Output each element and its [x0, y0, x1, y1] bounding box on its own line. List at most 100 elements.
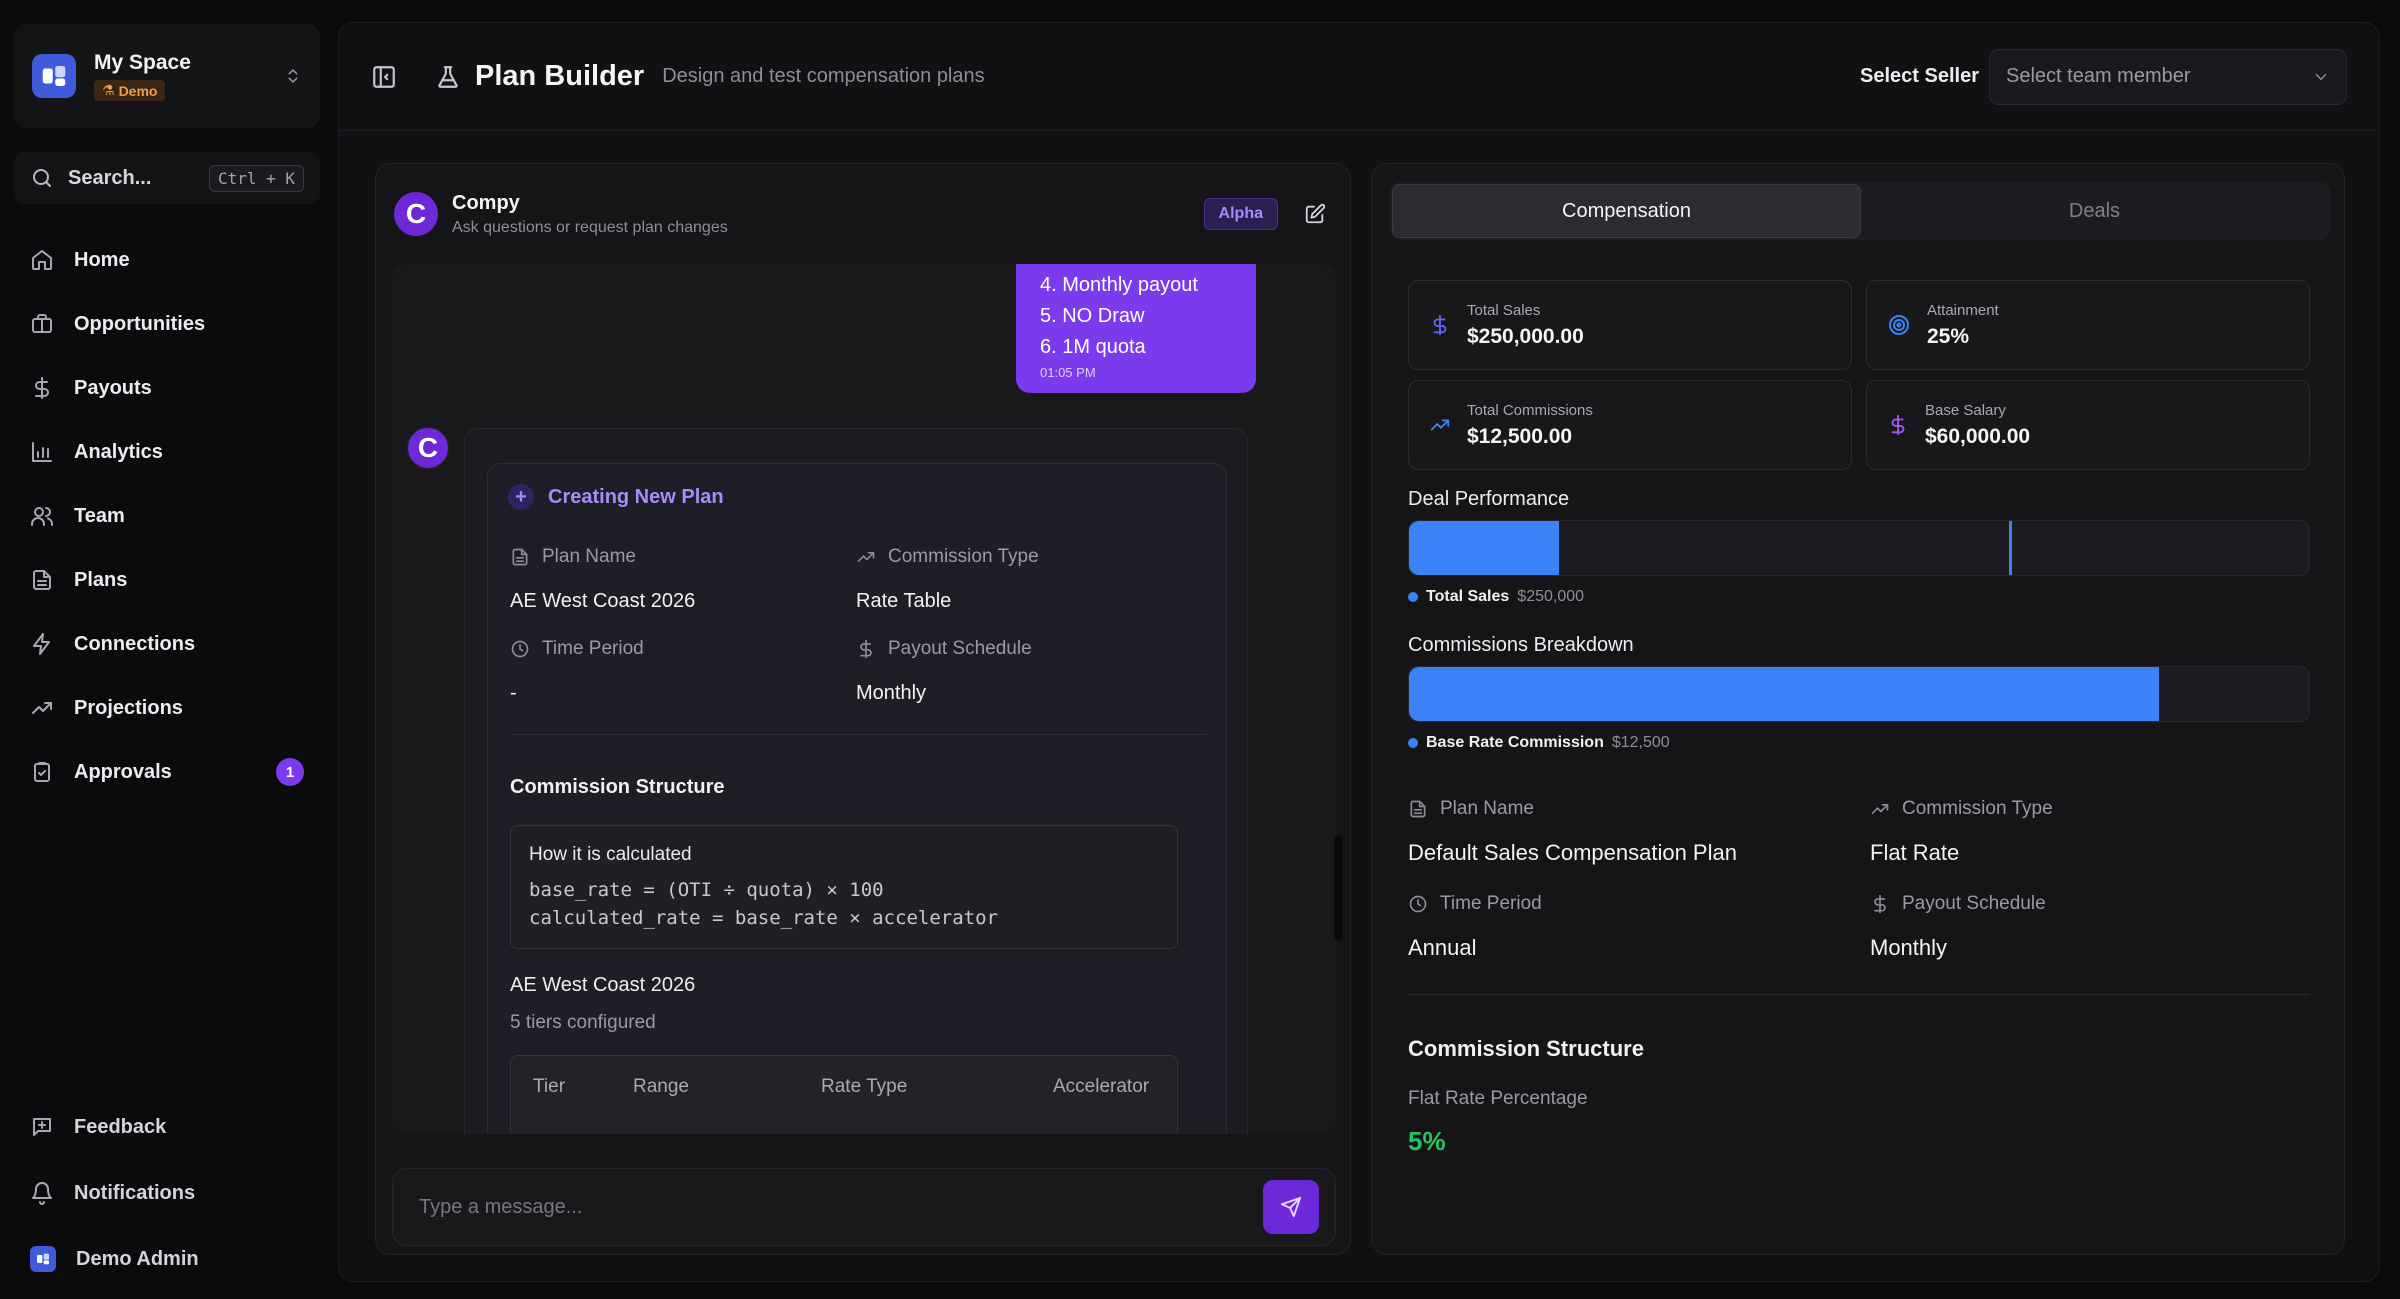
sidebar-bottom-nav: Feedback Notifications Demo Admin — [14, 1098, 320, 1296]
dollar-icon — [1429, 314, 1451, 336]
tiers-count: 5 tiers configured — [510, 1012, 656, 1033]
legend-name: Base Rate Commission — [1426, 734, 1604, 751]
legend-value: $250,000 — [1517, 588, 1585, 605]
tab-deals[interactable]: Deals — [1861, 184, 2328, 238]
trending-up-icon — [1870, 799, 1890, 819]
trending-up-icon — [1429, 414, 1451, 436]
sidebar-item-team[interactable]: Team — [14, 488, 320, 544]
panel-tabs: Compensation Deals — [1390, 182, 2330, 240]
main-content: Plan Builder Design and test compensatio… — [338, 22, 2380, 1282]
message-list[interactable]: 4. Monthly payout 5. NO Draw 6. 1M quota… — [392, 264, 1336, 1134]
stat-card-total-commissions: Total Commissions $12,500.00 — [1408, 380, 1852, 470]
chat-panel: C Compy Ask questions or request plan ch… — [375, 163, 1351, 1255]
deal-performance-title: Deal Performance — [1408, 488, 1570, 510]
formula-line: base_rate = (OTI ÷ quota) × 100 — [529, 879, 884, 901]
plan-name-field: Plan Name Default Sales Compensation Pla… — [1408, 798, 1848, 866]
page-subtitle: Design and test compensation plans — [662, 65, 985, 87]
edit-icon[interactable] — [1304, 203, 1326, 225]
sidebar-item-projections[interactable]: Projections — [14, 680, 320, 736]
sidebar-item-label: Projections — [74, 696, 183, 719]
sidebar-item-label: Demo Admin — [76, 1247, 199, 1270]
zap-icon — [30, 632, 54, 656]
sidebar-item-plans[interactable]: Plans — [14, 552, 320, 608]
sidebar-toggle-icon[interactable] — [371, 64, 397, 90]
sidebar-item-label: Plans — [74, 568, 128, 591]
commissions-breakdown-bar — [1408, 666, 2310, 722]
workspace-name: My Space — [94, 51, 191, 74]
bell-icon — [30, 1181, 54, 1205]
message-timestamp: 01:05 PM — [1040, 365, 1096, 380]
formula-line: calculated_rate = base_rate × accelerato… — [529, 907, 998, 929]
user-message-line: 4. Monthly payout — [1040, 274, 1198, 296]
rate-table-name: AE West Coast 2026 — [510, 974, 696, 996]
sidebar-item-label: Team — [74, 504, 125, 527]
chevron-up-down-icon[interactable] — [284, 65, 302, 87]
bar-chart-icon — [30, 440, 54, 464]
bot-message: + Creating New Plan Plan Name AE West Co… — [464, 428, 1248, 1134]
message-plus-icon — [30, 1115, 54, 1139]
dollar-icon — [856, 639, 876, 659]
stat-card-base-salary: Base Salary $60,000.00 — [1866, 380, 2310, 470]
sidebar-item-home[interactable]: Home — [14, 232, 320, 288]
message-input[interactable] — [419, 1195, 1263, 1219]
deal-performance-marker — [2009, 521, 2013, 575]
tier-table-header: Tier Range Rate Type Accelerator — [510, 1055, 1178, 1134]
commission-type-field: Commission Type Flat Rate — [1870, 798, 2310, 866]
legend-dot — [1408, 738, 1418, 748]
sidebar-item-connections[interactable]: Connections — [14, 616, 320, 672]
alpha-badge: Alpha — [1203, 198, 1278, 230]
field-label: Time Period — [542, 638, 644, 659]
file-text-icon — [1408, 799, 1428, 819]
formula-title: How it is calculated — [529, 844, 692, 865]
user-message-line: 6. 1M quota — [1040, 336, 1146, 358]
plan-name-field: Plan Name AE West Coast 2026 — [510, 546, 850, 613]
search-label: Search... — [68, 166, 152, 189]
stat-card-total-sales: Total Sales $250,000.00 — [1408, 280, 1852, 370]
time-period-field: Time Period - — [510, 638, 850, 705]
clock-icon — [1408, 894, 1428, 914]
sidebar-item-label: Analytics — [74, 440, 163, 463]
file-text-icon — [510, 547, 530, 567]
column-header-rate-type: Rate Type — [821, 1076, 908, 1097]
approvals-count-badge: 1 — [276, 758, 304, 786]
field-label: Payout Schedule — [1902, 893, 2046, 914]
sidebar-item-notifications[interactable]: Notifications — [14, 1164, 320, 1222]
search-bar[interactable]: Search... Ctrl + K — [14, 152, 320, 204]
formula-box: How it is calculated base_rate = (OTI ÷ … — [510, 825, 1178, 949]
commissions-breakdown-title: Commissions Breakdown — [1408, 634, 1634, 656]
demo-badge: ⚗ Demo — [94, 80, 166, 101]
users-icon — [30, 504, 54, 528]
sidebar-item-payouts[interactable]: Payouts — [14, 360, 320, 416]
trending-up-icon — [30, 696, 54, 720]
sidebar-item-approvals[interactable]: Approvals 1 — [14, 744, 320, 800]
sidebar-item-demo-admin[interactable]: Demo Admin — [14, 1230, 320, 1288]
chat-header: C Compy Ask questions or request plan ch… — [394, 184, 1326, 244]
demo-badge-label: Demo — [118, 82, 158, 99]
sidebar-item-analytics[interactable]: Analytics — [14, 424, 320, 480]
send-button[interactable] — [1263, 1180, 1319, 1234]
field-label: Plan Name — [1440, 798, 1534, 819]
bot-subtitle: Ask questions or request plan changes — [452, 218, 728, 236]
tab-compensation[interactable]: Compensation — [1392, 184, 1861, 238]
select-seller-dropdown[interactable]: Select team member — [1989, 48, 2347, 105]
trending-up-icon — [856, 547, 876, 567]
select-seller-placeholder: Select team member — [2006, 65, 2191, 87]
sidebar-item-opportunities[interactable]: Opportunities — [14, 296, 320, 352]
chat-scrollbar[interactable] — [1334, 836, 1342, 940]
user-message: 4. Monthly payout 5. NO Draw 6. 1M quota… — [1016, 264, 1256, 393]
workspace-switcher[interactable]: My Space ⚗ Demo — [14, 24, 320, 128]
compy-avatar: C — [394, 192, 438, 236]
sidebar-item-feedback[interactable]: Feedback — [14, 1098, 320, 1156]
commissions-breakdown-fill — [1409, 667, 2159, 721]
deal-performance-fill — [1409, 521, 1560, 575]
time-period-field: Time Period Annual — [1408, 893, 1848, 961]
payout-schedule-field: Payout Schedule Monthly — [1870, 893, 2310, 961]
flask-icon — [435, 64, 461, 90]
dollar-icon — [30, 376, 54, 400]
briefcase-icon — [30, 312, 54, 336]
commission-structure-title: Commission Structure — [510, 776, 725, 798]
bot-name: Compy — [452, 191, 520, 214]
column-header-range: Range — [633, 1076, 689, 1097]
field-label: Commission Type — [1902, 798, 2053, 819]
legend-value: $12,500 — [1611, 734, 1670, 751]
